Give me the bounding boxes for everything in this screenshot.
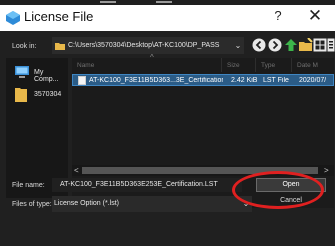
place-label: 3570304 xyxy=(34,91,62,98)
window-title: License File xyxy=(24,9,94,24)
place-user-folder[interactable]: 3570304 xyxy=(10,84,68,106)
column-header-name[interactable]: Name ^ xyxy=(72,53,222,72)
user-folder-icon xyxy=(15,88,27,102)
file-type-label: Files of type: xyxy=(12,201,52,208)
places-sidebar: My Comp... 3570304 xyxy=(6,58,68,198)
place-label: My Comp... xyxy=(34,69,59,83)
up-folder-icon[interactable] xyxy=(284,38,298,52)
back-icon[interactable] xyxy=(252,38,266,52)
file-name-label: File name: xyxy=(12,182,45,189)
strip-mark xyxy=(100,1,116,3)
file-size: 2.42 KiB xyxy=(231,77,258,84)
look-in-label: Look in: xyxy=(12,43,37,50)
forward-icon[interactable] xyxy=(268,38,282,52)
column-header-type[interactable]: Type xyxy=(256,58,292,72)
file-name: AT-KC100_F3E11B5D363...3E_Certification.… xyxy=(89,77,223,84)
file-name-input[interactable]: AT-KC100_F3E11B5D363E253E_Certification.… xyxy=(52,178,242,192)
title-bar: License File ? ✕ xyxy=(0,5,335,31)
view-grid-icon[interactable] xyxy=(313,38,327,52)
strip-mark xyxy=(156,1,172,3)
chevron-down-icon[interactable]: ⌄ xyxy=(232,37,244,54)
scroll-right-icon[interactable]: > xyxy=(324,166,329,175)
view-detail-icon[interactable] xyxy=(327,38,335,52)
column-header-size[interactable]: Size xyxy=(222,58,256,72)
place-my-computer[interactable]: My Comp... xyxy=(10,62,68,84)
scroll-left-icon[interactable]: < xyxy=(74,166,79,175)
column-header-date[interactable]: Date M xyxy=(292,58,334,72)
folder-icon xyxy=(55,43,65,50)
file-date: 2020/07/ xyxy=(299,77,327,84)
file-type: LST File xyxy=(263,77,289,84)
file-row[interactable]: AT-KC100_F3E11B5D363...3E_Certification.… xyxy=(72,74,334,86)
file-type-select[interactable]: License Option (*.lst) xyxy=(52,196,252,212)
close-button[interactable]: ✕ xyxy=(303,6,327,28)
look-in-combobox[interactable]: C:\Users\3570304\Desktop\AT-KC100\DP_PAS… xyxy=(52,37,232,54)
look-in-path: C:\Users\3570304\Desktop\AT-KC100\DP_PAS… xyxy=(68,42,220,49)
sort-ascending-icon: ^ xyxy=(150,53,154,62)
app-icon xyxy=(6,11,20,25)
computer-icon xyxy=(15,66,29,78)
new-folder-icon[interactable] xyxy=(299,38,313,52)
file-icon xyxy=(78,76,86,85)
highlight-circle xyxy=(232,171,324,209)
file-dialog: Look in: C:\Users\3570304\Desktop\AT-KC1… xyxy=(0,31,335,246)
help-button[interactable]: ? xyxy=(268,8,288,26)
